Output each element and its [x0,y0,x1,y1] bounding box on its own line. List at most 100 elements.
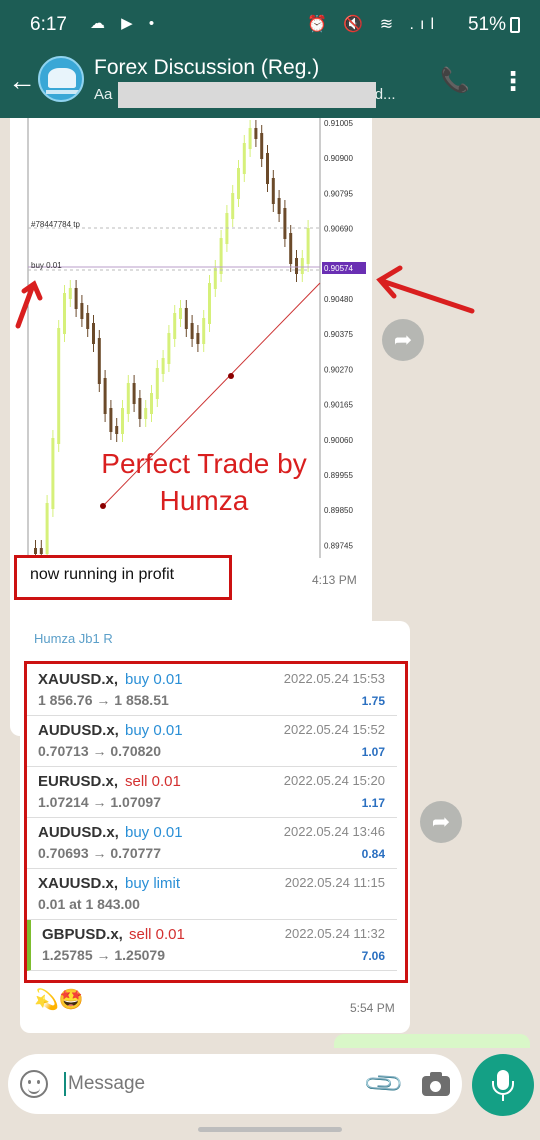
candle [266,153,269,184]
candle [277,198,281,214]
trade-date: 2022.05.24 15:20 [283,773,385,788]
trade-row: XAUUSD.x, buy limit 0.01 at 1 843.00 202… [27,869,397,920]
trade-prices: 1 856.76 → 1 858.51 [38,692,169,708]
candle [103,378,107,414]
gesture-nav-bar[interactable] [198,1127,342,1132]
candle [132,383,136,404]
text-cursor [64,1072,66,1096]
candle [34,548,37,554]
candle [109,408,113,432]
candle [161,358,165,374]
camera-icon-lens [430,1081,441,1092]
forward-button[interactable]: ➦ [420,801,462,843]
candle [213,268,217,289]
forward-button[interactable]: ➦ [382,319,424,361]
candle [289,233,293,264]
message-bubble-trades[interactable]: Humza Jb1 R XAUUSD.x, buy 0.01 1 856.76 … [20,621,410,1033]
trade-date: 2022.05.24 15:52 [283,722,385,737]
status-time: 6:17 [30,14,67,35]
trade-chart-image[interactable]: #78447784 tp buy 0.01 0.91005 0.90900 0.90… [18,118,370,558]
candle [51,438,55,509]
trade-side: sell 0.01 [125,773,181,790]
emoji-icon[interactable] [20,1070,48,1098]
trade-row: AUDUSD.x, buy 0.01 0.70713 → 0.70820 202… [27,716,397,767]
trade-prices: 0.70693 → 0.70777 [38,845,161,861]
candle [254,128,258,139]
chat-title[interactable]: Forex Discussion (Reg.) [94,56,319,80]
candle [179,308,182,319]
candle [242,143,246,174]
sender-name[interactable]: Humza Jb1 R [34,631,113,646]
price-ticks: 0.91005 0.90900 0.90795 0.90690 0.90480 0.903… [324,119,353,550]
more-options-icon[interactable]: ⋮ [500,66,526,96]
back-arrow-icon[interactable]: ← [8,64,38,98]
trend-point-start [100,503,106,509]
price-tick-label: 0.90165 [324,401,353,410]
candle [219,238,223,274]
trade-side: sell 0.01 [129,926,185,943]
price-tick-label: 0.90690 [324,225,353,234]
candle [150,393,153,414]
trade-date: 2022.05.24 11:15 [284,875,385,890]
status-bar: 6:17 ☁ ▶ • ⏰ 🔇 ≋ .ıl 51% [0,0,540,46]
candle [45,503,49,554]
trade-profit: 1.07 [361,745,385,759]
forward-icon: ➦ [431,809,451,834]
voice-message-button[interactable] [472,1054,534,1116]
candle [300,258,304,274]
price-tick-label: 0.90270 [324,365,353,374]
trade-profit: 1.17 [361,796,385,810]
message-input[interactable] [68,1070,358,1098]
trade-prices: 0.70713 → 0.70820 [38,743,161,759]
trade-symbol: XAUUSD.x, [38,671,119,688]
candle [74,288,78,309]
camera-icon[interactable] [422,1070,452,1098]
candle [92,323,95,344]
trade-prices: 1.25785 → 1.25079 [42,947,165,963]
candle [57,328,61,444]
right-red-arrow [376,265,475,314]
candle [115,426,119,434]
trade-profit: 7.06 [361,949,385,963]
trade-side: buy 0.01 [125,722,183,739]
candle [97,338,101,384]
outgoing-message-bubble[interactable] [334,1034,530,1048]
candle [126,383,130,414]
overlay-line1: Perfect Trade by [101,448,306,479]
candle [80,303,84,319]
trend-point-mid [228,373,234,379]
candle [138,398,142,419]
candle [121,408,124,434]
price-tick-label: 0.89850 [324,506,353,515]
trade-row: XAUUSD.x, buy 0.01 1 856.76 → 1 858.51 2… [27,665,397,716]
candle [144,408,148,419]
price-tick-label: 0.89745 [324,541,353,550]
trade-profit: 0.84 [361,847,385,861]
trade-profit: 1.75 [361,694,385,708]
add-call-icon[interactable]: 📞 [440,66,470,96]
candle [231,193,235,219]
chat-area[interactable]: #78447784 tp buy 0.01 0.91005 0.90900 0.90… [0,118,540,1048]
trade-symbol: XAUUSD.x, [38,875,119,892]
microphone-icon-leg [502,1095,504,1101]
trade-side: buy 0.01 [125,671,183,688]
avatar-logo [48,68,76,88]
group-avatar[interactable] [38,56,84,102]
message-emojis: 💫🤩 [34,989,84,1011]
price-tick-label: 0.91005 [324,119,353,128]
microphone-icon-stand [492,1081,514,1095]
price-tick-label: 0.90795 [324,189,353,198]
price-tick-label: 0.89955 [324,471,353,480]
candle [295,258,298,274]
candle [68,288,72,299]
message-caption: now running in profit [30,566,175,583]
trade-side: buy 0.01 [125,824,183,841]
candle [306,228,310,264]
trade-symbol: EURUSD.x, [38,773,119,790]
candle [208,283,211,324]
price-tick-label: 0.90480 [324,295,353,304]
system-icons: ⏰ 🔇 ≋ .ıl [306,16,440,33]
attach-icon[interactable]: 📎 [361,1061,406,1106]
price-tick-label: 0.90375 [324,330,353,339]
overlay-line2: Humza [160,485,249,516]
